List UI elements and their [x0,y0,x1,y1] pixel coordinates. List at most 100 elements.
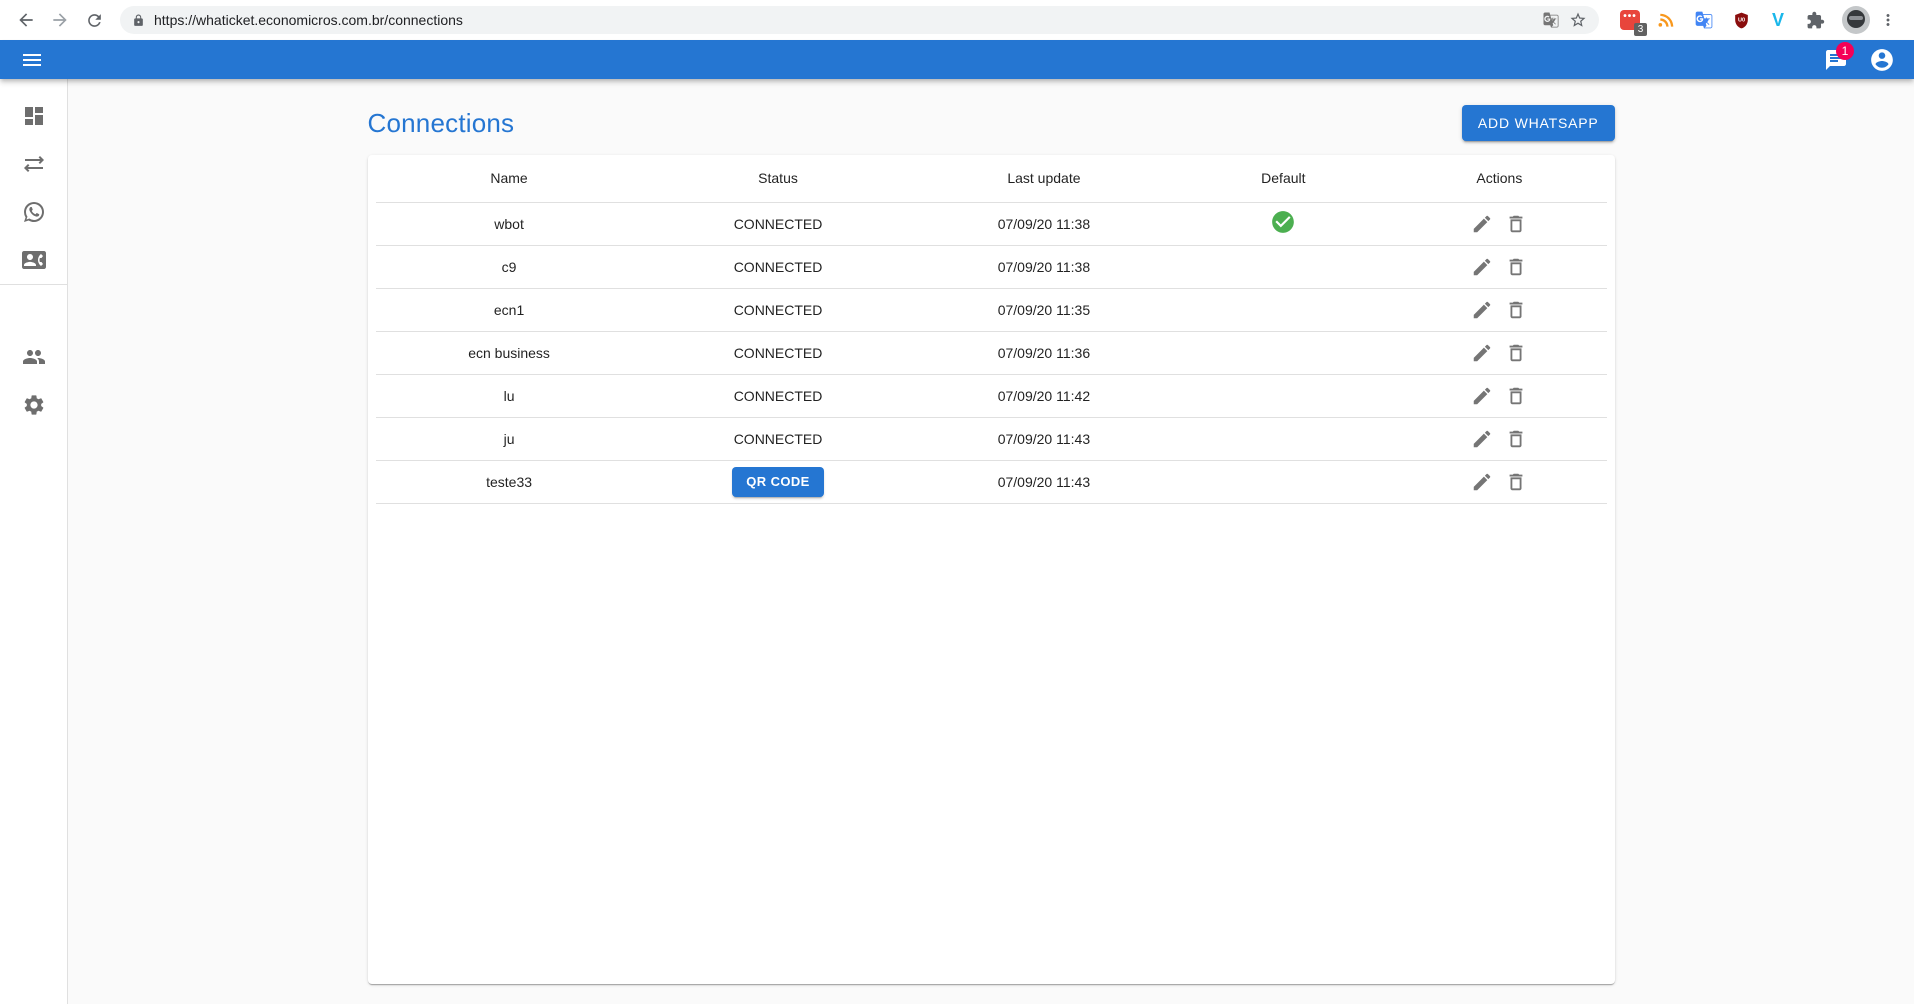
table-row: wbot CONNECTED 07/09/20 11:38 [376,202,1607,245]
url-text[interactable]: https://whaticket.economicros.com.br/con… [154,12,1533,28]
cell-name: lu [376,374,643,417]
cell-name: ju [376,417,643,460]
cell-name: teste33 [376,460,643,503]
cell-actions [1392,202,1606,245]
edit-connection-button[interactable] [1467,338,1497,368]
extension-badge: 3 [1634,23,1647,36]
cell-actions [1392,417,1606,460]
edit-pencil-icon [1471,256,1493,278]
cell-name: ecn1 [376,288,643,331]
bookmark-star-icon[interactable] [1569,11,1587,29]
sidebar [0,79,68,1004]
status-text: CONNECTED [734,431,823,447]
browser-menu-icon[interactable] [1872,4,1904,36]
col-header-default: Default [1174,155,1392,202]
connections-table-body: wbot CONNECTED 07/09/20 11:38 c9 CONNECT… [376,202,1607,503]
edit-connection-button[interactable] [1467,381,1497,411]
delete-connection-button[interactable] [1501,338,1531,368]
browser-reload-button[interactable] [78,4,110,36]
cards-extension-icon[interactable]: ••• 3 [1619,9,1641,31]
cell-default [1174,374,1392,417]
cell-last-update: 07/09/20 11:43 [913,417,1174,460]
contact-phone-icon [22,248,46,272]
edit-pencil-icon [1471,385,1493,407]
dashboard-icon [22,104,46,128]
cell-default [1174,460,1392,503]
extensions-area: ••• 3 U0 V [1609,9,1836,31]
sidebar-item-dashboard[interactable] [0,92,67,140]
cell-status: CONNECTED [643,202,914,245]
col-header-actions: Actions [1392,155,1606,202]
qr-code-button[interactable]: QR CODE [732,467,823,497]
trash-icon [1505,256,1527,278]
delete-connection-button[interactable] [1501,252,1531,282]
sidebar-item-settings[interactable] [0,381,67,429]
edit-connection-button[interactable] [1467,424,1497,454]
cell-status: CONNECTED [643,245,914,288]
connections-table: Name Status Last update Default Actions … [376,155,1607,504]
browser-forward-button[interactable] [44,4,76,36]
cell-status: CONNECTED [643,331,914,374]
menu-hamburger-button[interactable] [12,40,52,79]
edit-pencil-icon [1471,213,1493,235]
sidebar-item-tickets[interactable] [0,140,67,188]
page-header: Connections ADD WHATSAPP [368,105,1615,141]
delete-connection-button[interactable] [1501,209,1531,239]
table-row: lu CONNECTED 07/09/20 11:42 [376,374,1607,417]
cell-status: QR CODE [643,460,914,503]
translate-extension-icon[interactable] [1693,9,1715,31]
col-header-last-update: Last update [913,155,1174,202]
rss-extension-icon[interactable] [1656,9,1678,31]
sidebar-item-connections[interactable] [0,188,67,236]
cell-actions [1392,460,1606,503]
status-text: CONNECTED [734,216,823,232]
sidebar-item-contacts[interactable] [0,236,67,284]
col-header-name: Name [376,155,643,202]
add-whatsapp-button[interactable]: ADD WHATSAPP [1462,105,1615,141]
delete-connection-button[interactable] [1501,381,1531,411]
appbar-actions: 1 [1816,40,1902,79]
cell-actions [1392,331,1606,374]
edit-connection-button[interactable] [1467,252,1497,282]
hamburger-icon [20,48,44,72]
cell-name: ecn business [376,331,643,374]
browser-profile-avatar[interactable] [1842,6,1870,34]
cell-status: CONNECTED [643,417,914,460]
trash-icon [1505,299,1527,321]
cell-name: wbot [376,202,643,245]
cell-actions [1392,374,1606,417]
delete-connection-button[interactable] [1501,467,1531,497]
vimeo-letter: V [1772,11,1784,29]
whatsapp-icon [22,200,46,224]
edit-connection-button[interactable] [1467,467,1497,497]
notification-badge: 1 [1836,42,1854,60]
edit-connection-button[interactable] [1467,209,1497,239]
messages-button[interactable]: 1 [1816,40,1856,79]
cell-default [1174,417,1392,460]
status-text: CONNECTED [734,388,823,404]
edit-connection-button[interactable] [1467,295,1497,325]
edit-pencil-icon [1471,428,1493,450]
people-icon [22,345,46,369]
app-bar: 1 [0,40,1914,79]
reload-icon [85,11,104,30]
table-row: ecn business CONNECTED 07/09/20 11:36 [376,331,1607,374]
translate-page-icon[interactable] [1542,11,1560,29]
ublock-extension-icon[interactable]: U0 [1730,9,1752,31]
edit-pencil-icon [1471,342,1493,364]
vimeo-extension-icon[interactable]: V [1767,9,1789,31]
table-row: ju CONNECTED 07/09/20 11:43 [376,417,1607,460]
cell-last-update: 07/09/20 11:38 [913,245,1174,288]
delete-connection-button[interactable] [1501,424,1531,454]
cell-last-update: 07/09/20 11:38 [913,202,1174,245]
delete-connection-button[interactable] [1501,295,1531,325]
extensions-puzzle-icon[interactable] [1804,9,1826,31]
main-content: Connections ADD WHATSAPP Name Status Las… [68,79,1914,1004]
account-button[interactable] [1862,40,1902,79]
table-row: teste33 QR CODE 07/09/20 11:43 [376,460,1607,503]
table-row: ecn1 CONNECTED 07/09/20 11:35 [376,288,1607,331]
browser-back-button[interactable] [10,4,42,36]
address-bar[interactable]: https://whaticket.economicros.com.br/con… [120,6,1599,34]
sidebar-item-users[interactable] [0,333,67,381]
edit-pencil-icon [1471,299,1493,321]
